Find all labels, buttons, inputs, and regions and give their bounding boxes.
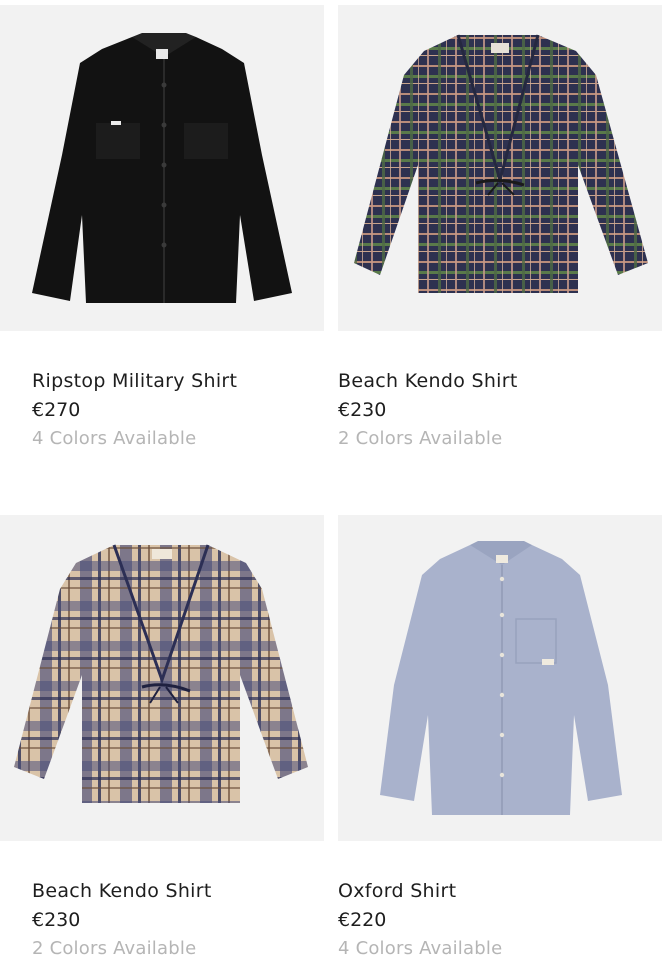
product-image-black-military-shirt[interactable] [0, 5, 324, 331]
product-name[interactable]: Beach Kendo Shirt [32, 880, 212, 902]
product-image-beige-plaid-kendo-shirt[interactable] [0, 515, 324, 841]
product-colors-available: 2 Colors Available [338, 428, 503, 449]
product-colors-available: 4 Colors Available [32, 428, 197, 449]
product-name[interactable]: Ripstop Military Shirt [32, 370, 237, 392]
product-colors-available: 4 Colors Available [338, 938, 503, 959]
product-image-light-blue-oxford-shirt[interactable] [338, 515, 662, 841]
product-price: €230 [338, 399, 387, 421]
product-price: €270 [32, 399, 81, 421]
product-colors-available: 2 Colors Available [32, 938, 197, 959]
product-image-navy-plaid-kendo-shirt[interactable] [338, 5, 662, 331]
product-name[interactable]: Oxford Shirt [338, 880, 456, 902]
product-price: €230 [32, 909, 81, 931]
product-name[interactable]: Beach Kendo Shirt [338, 370, 518, 392]
product-price: €220 [338, 909, 387, 931]
